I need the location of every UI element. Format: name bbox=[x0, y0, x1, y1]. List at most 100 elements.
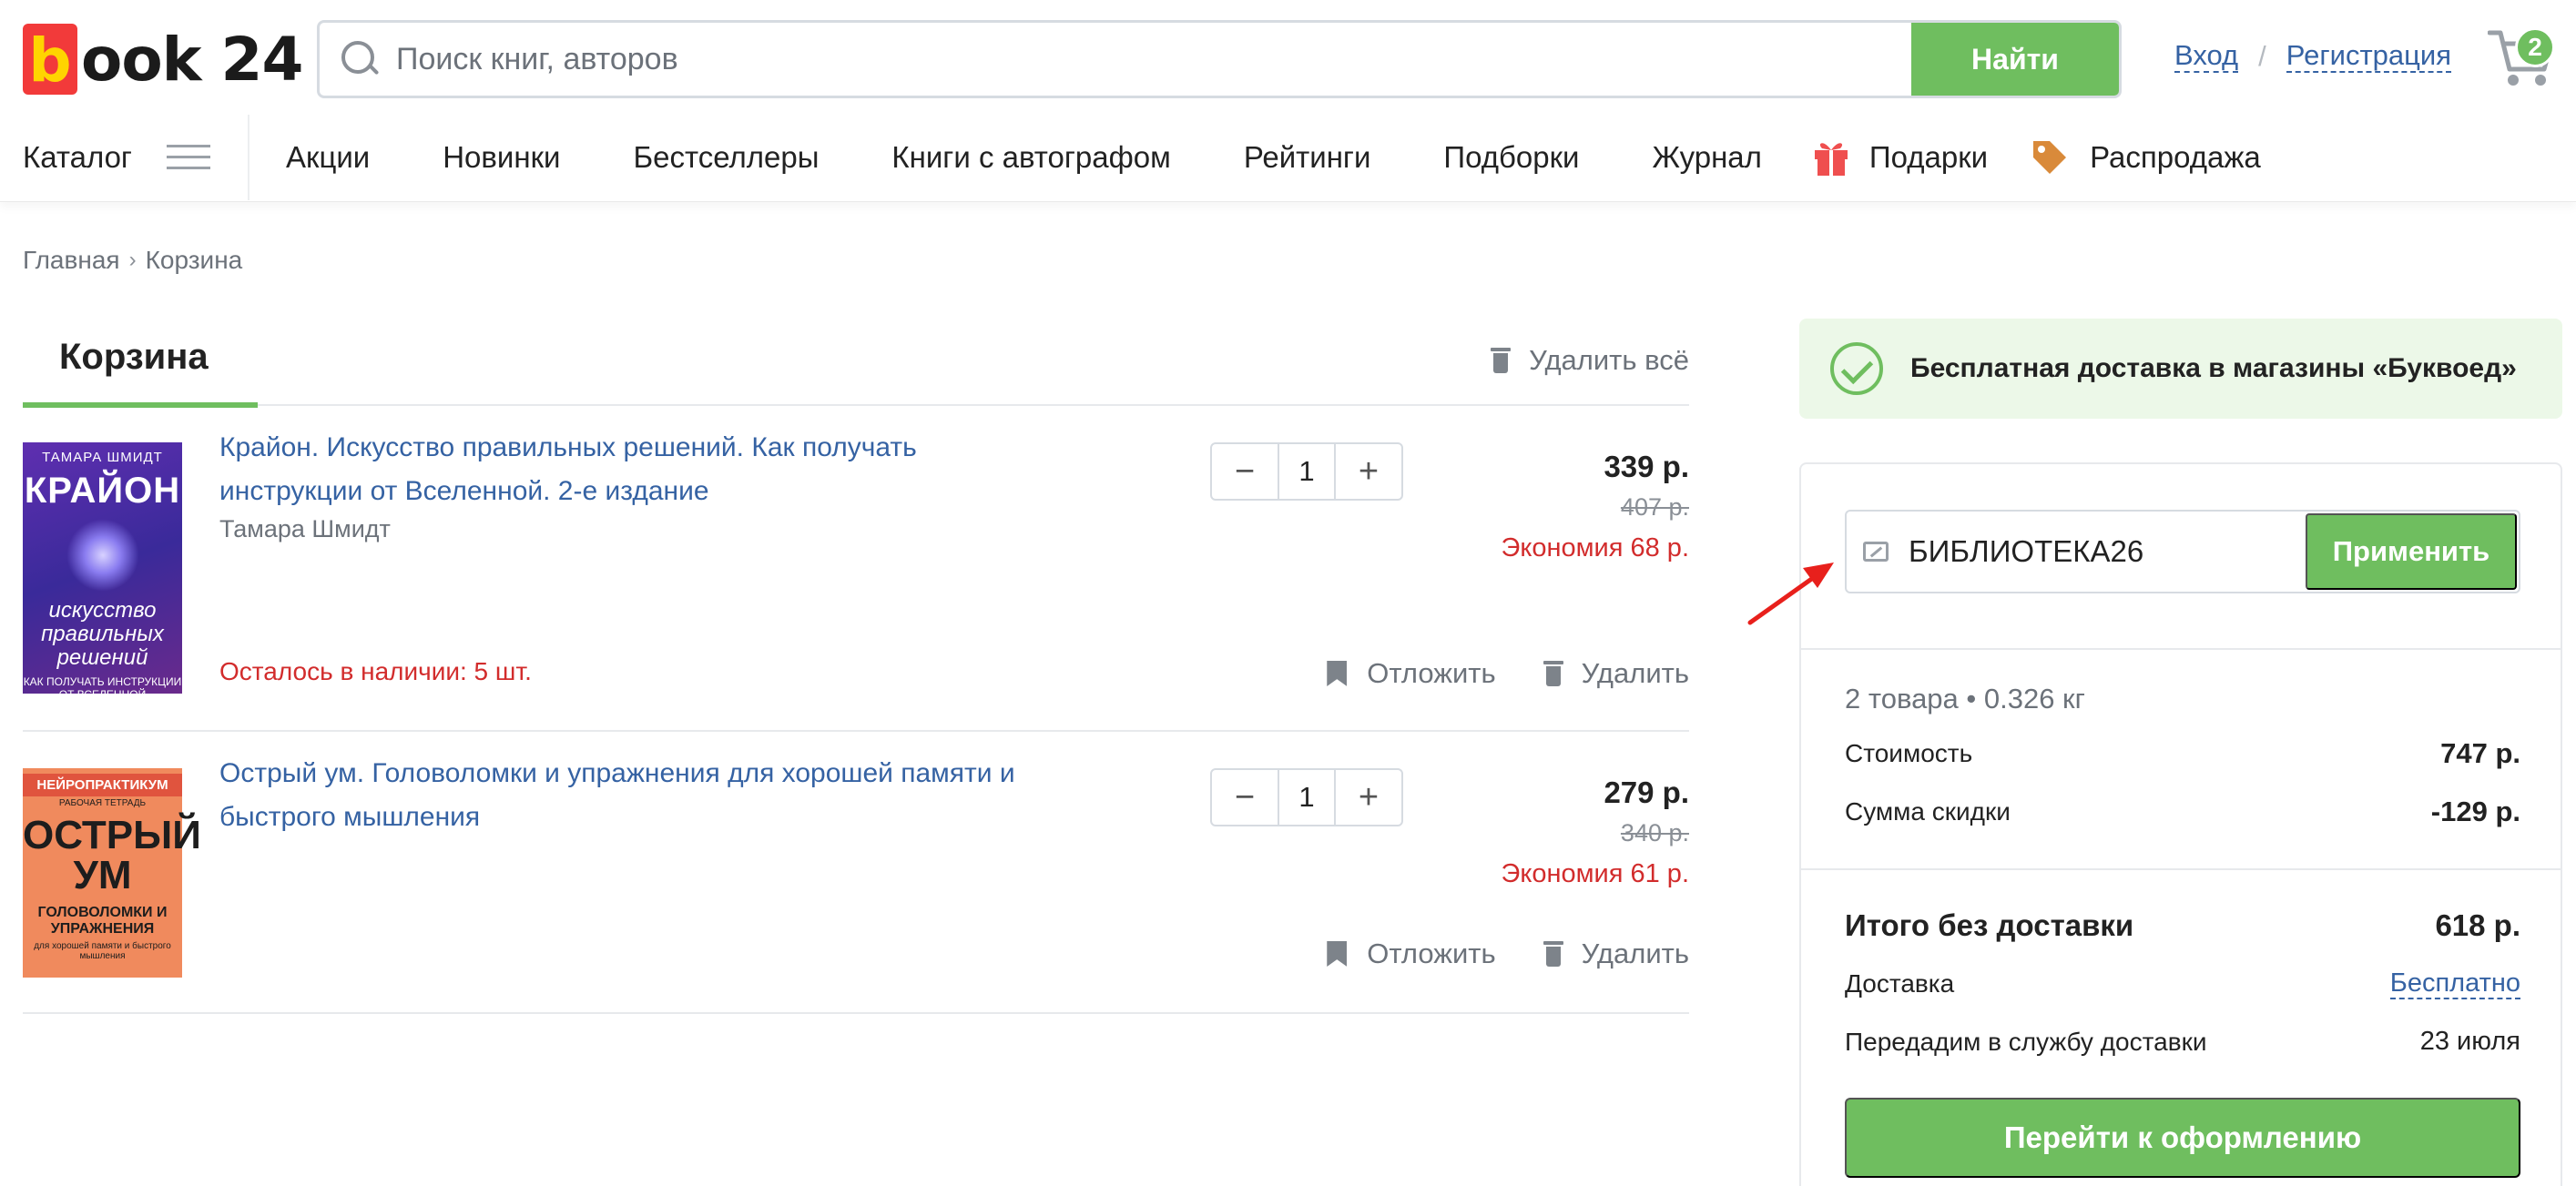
bookmark-icon bbox=[1327, 941, 1348, 967]
tag-icon bbox=[2033, 141, 2067, 174]
logo[interactable]: b ook 24 bbox=[23, 23, 303, 96]
delete-all-button[interactable]: Удалить всё bbox=[1491, 344, 1689, 377]
saving: Экономия 68 р. bbox=[1501, 533, 1689, 563]
nav-item-ratings[interactable]: Рейтинги bbox=[1244, 140, 1371, 175]
delivery-label: Доставка bbox=[1845, 969, 1955, 998]
cover-subtitle-2: КАК ПОЛУЧАТЬ ИНСТРУКЦИИ ОТ ВСЕЛЕННОЙ bbox=[23, 675, 182, 701]
delete-label: Удалить bbox=[1581, 938, 1689, 969]
old-price: 340 р. bbox=[1620, 819, 1689, 846]
decrease-qty-button[interactable]: − bbox=[1212, 444, 1278, 499]
cart-button[interactable]: 2 bbox=[2487, 24, 2561, 89]
delete-all-label: Удалить всё bbox=[1529, 344, 1689, 376]
book-cover[interactable]: ТАМАРА ШМИДТ КРАЙОН искусство правильных… bbox=[23, 442, 182, 714]
breadcrumb: Главная › Корзина bbox=[23, 246, 242, 275]
cover-subtitle: искусство правильных решений bbox=[41, 598, 164, 670]
nav-divider bbox=[248, 115, 249, 200]
check-circle-icon bbox=[1830, 342, 1883, 395]
cart-header: Корзина Удалить всё bbox=[23, 319, 1689, 408]
divider bbox=[1801, 868, 2561, 870]
cover-band-2: РАБОЧАЯ ТЕТРАДЬ bbox=[58, 798, 147, 808]
divider bbox=[1801, 648, 2561, 650]
quantity-stepper: − 1 + bbox=[1210, 442, 1403, 501]
nav-item-new[interactable]: Новинки bbox=[443, 140, 560, 175]
auth-separator: / bbox=[2258, 40, 2266, 72]
chevron-right-icon: › bbox=[128, 248, 137, 272]
search-icon bbox=[340, 39, 380, 79]
search-bar: Найти bbox=[317, 20, 2122, 98]
catalog-button[interactable]: Каталог bbox=[23, 113, 210, 202]
delete-label: Удалить bbox=[1581, 657, 1689, 689]
decrease-qty-button[interactable]: − bbox=[1212, 770, 1278, 825]
cover-author: ТАМАРА ШМИДТ bbox=[42, 450, 163, 465]
total-row: Итого без доставки 618 р. bbox=[1845, 908, 2520, 943]
auth-links: Вход / Регистрация bbox=[2174, 40, 2451, 73]
checkout-button[interactable]: Перейти к оформлению bbox=[1845, 1098, 2520, 1178]
gift-icon bbox=[1814, 143, 1848, 176]
promo-code-field: Применить bbox=[1845, 510, 2520, 593]
order-summary: Применить 2 товара • 0.326 кг Стоимость … bbox=[1799, 462, 2562, 1186]
delete-item-button[interactable]: Удалить bbox=[1543, 938, 1689, 970]
burger-icon bbox=[166, 145, 210, 170]
apply-promo-button[interactable]: Применить bbox=[2306, 513, 2517, 590]
delete-item-button[interactable]: Удалить bbox=[1543, 657, 1689, 690]
quantity-value[interactable]: 1 bbox=[1278, 444, 1336, 499]
nav-item-sale-label: Распродажа bbox=[2090, 140, 2261, 174]
handover-row: Передадим в службу доставки 23 июля bbox=[1845, 1027, 2520, 1057]
promo-code-input[interactable] bbox=[1909, 515, 2291, 588]
nav-item-collections[interactable]: Подборки bbox=[1443, 140, 1579, 175]
handover-date: 23 июля bbox=[2419, 1027, 2520, 1056]
cost-row: Стоимость 747 р. bbox=[1845, 737, 2520, 770]
postpone-label: Отложить bbox=[1367, 938, 1496, 969]
quantity-value[interactable]: 1 bbox=[1278, 770, 1336, 825]
main-nav: Каталог Акции Новинки Бестселлеры Книги … bbox=[0, 113, 2576, 202]
items-count: 2 товара • 0.326 кг bbox=[1845, 683, 2085, 715]
item-actions: Отложить Удалить bbox=[1279, 657, 1689, 690]
login-link[interactable]: Вход bbox=[2174, 40, 2239, 73]
postpone-button[interactable]: Отложить bbox=[1327, 657, 1496, 690]
trash-icon bbox=[1491, 348, 1512, 373]
register-link[interactable]: Регистрация bbox=[2286, 40, 2451, 73]
free-delivery-banner: Бесплатная доставка в магазины «Буквоед» bbox=[1799, 319, 2562, 419]
delivery-free-link[interactable]: Бесплатно bbox=[2389, 968, 2520, 999]
cart-count-badge: 2 bbox=[2515, 27, 2555, 67]
handover-label: Передадим в службу доставки bbox=[1845, 1027, 2207, 1056]
cost-value: 747 р. bbox=[2440, 737, 2520, 769]
postpone-button[interactable]: Отложить bbox=[1327, 938, 1496, 970]
nav-items: Акции Новинки Бестселлеры Книги с автогр… bbox=[286, 113, 2334, 202]
book-cover[interactable]: НЕЙРОПРАКТИКУМ РАБОЧАЯ ТЕТРАДЬ ОСТРЫЙ УМ… bbox=[23, 768, 201, 978]
search-input[interactable] bbox=[396, 23, 1911, 96]
trash-icon bbox=[1543, 941, 1563, 967]
breadcrumb-current: Корзина bbox=[145, 246, 243, 274]
book-title-link[interactable]: Крайон. Искусство правильных решений. Ка… bbox=[219, 426, 1021, 513]
catalog-label: Каталог bbox=[23, 140, 132, 174]
total-value: 618 р. bbox=[2435, 908, 2520, 942]
logo-letter: b bbox=[28, 25, 72, 96]
discount-label: Сумма скидки bbox=[1845, 797, 2011, 826]
cover-subtitle-2: для хорошей памяти и быстрого мышления bbox=[34, 941, 171, 961]
site-header: b ook 24 Найти Вход / Регистрация 2 Ката… bbox=[0, 0, 2576, 202]
delivery-row: Доставка Бесплатно bbox=[1845, 968, 2520, 999]
book-title-link[interactable]: Острый ум. Головоломки и упражнения для … bbox=[219, 752, 1021, 839]
search-button[interactable]: Найти bbox=[1911, 23, 2119, 96]
nav-item-journal[interactable]: Журнал bbox=[1653, 140, 1762, 175]
price-block: 279 р. 340 р. Экономия 61 р. bbox=[1501, 775, 1689, 889]
cover-title-1: ОСТРЫЙ bbox=[23, 813, 201, 857]
nav-item-promotions[interactable]: Акции bbox=[286, 140, 370, 175]
increase-qty-button[interactable]: + bbox=[1336, 444, 1401, 499]
annotation-arrow bbox=[1747, 563, 1834, 625]
increase-qty-button[interactable]: + bbox=[1336, 770, 1401, 825]
nav-item-autographed[interactable]: Книги с автографом bbox=[891, 140, 1170, 175]
cover-title: КРАЙОН bbox=[24, 471, 181, 511]
cover-title-2: УМ bbox=[73, 853, 132, 897]
trash-icon bbox=[1543, 661, 1563, 686]
saving: Экономия 61 р. bbox=[1501, 859, 1689, 888]
current-price: 279 р. bbox=[1604, 775, 1689, 809]
nav-item-bestsellers[interactable]: Бестселлеры bbox=[633, 140, 819, 175]
cover-subtitle: ГОЛОВОЛОМКИ И УПРАЖНЕНИЯ bbox=[37, 905, 168, 937]
breadcrumb-home[interactable]: Главная bbox=[23, 246, 120, 275]
postpone-label: Отложить bbox=[1367, 657, 1496, 689]
stock-info: Осталось в наличии: 5 шт. bbox=[219, 657, 532, 685]
nav-item-gifts[interactable]: Подарки bbox=[1813, 137, 1988, 177]
cover-edition: 2-е издание bbox=[76, 704, 128, 714]
nav-item-sale[interactable]: Распродажа bbox=[2030, 137, 2261, 177]
